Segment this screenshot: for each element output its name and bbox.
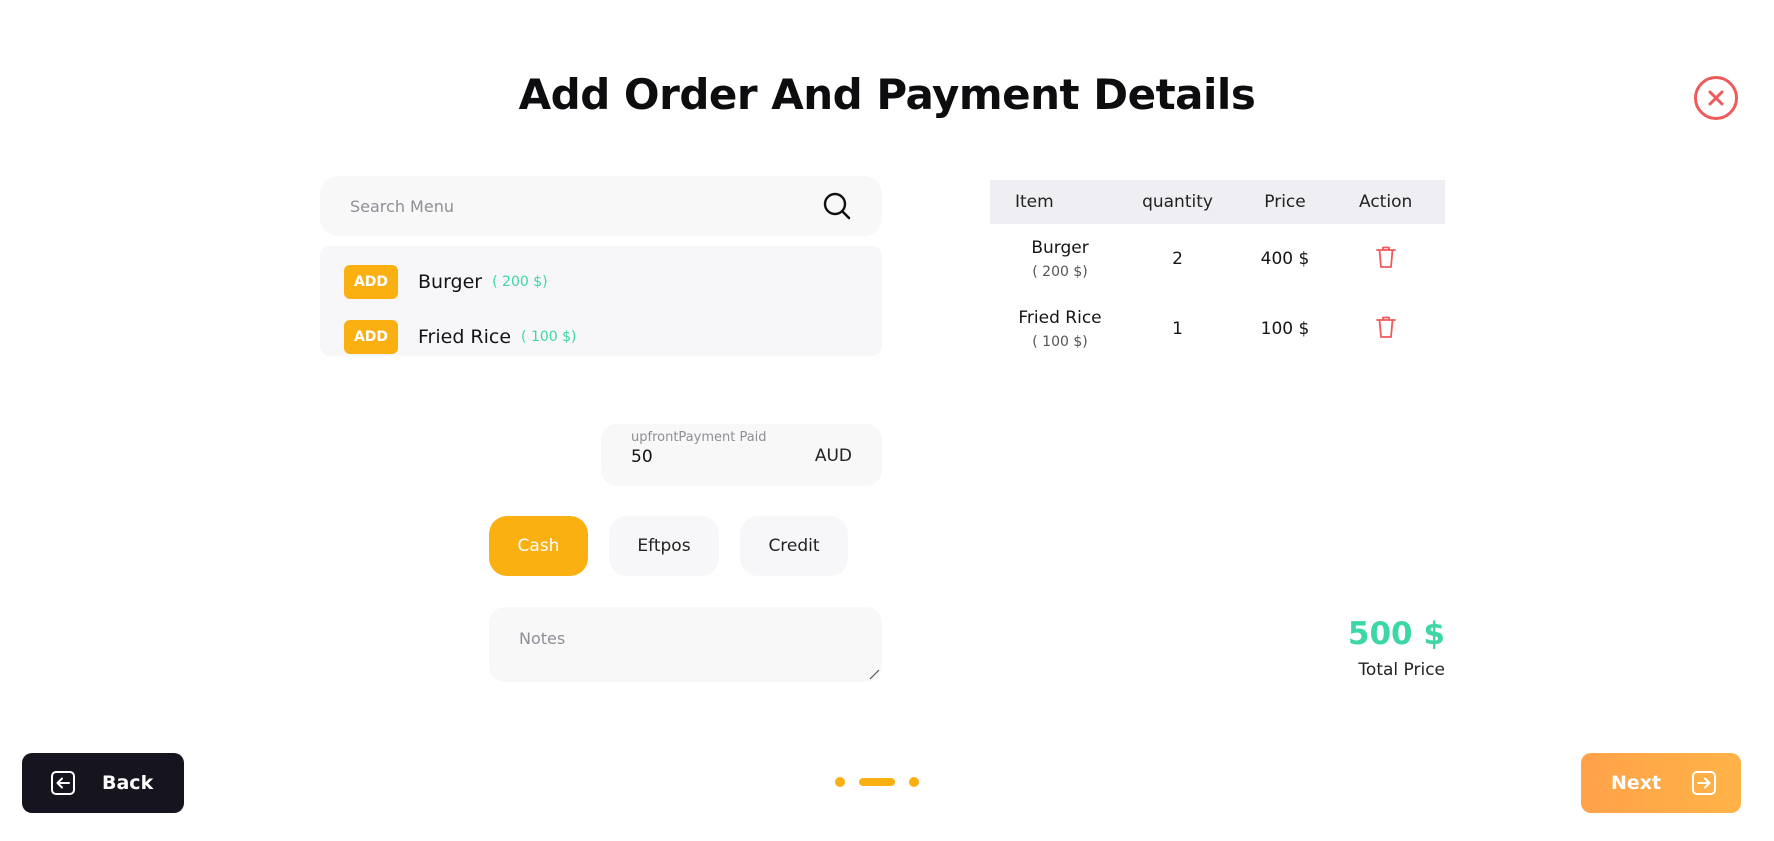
currency-label: AUD	[814, 446, 852, 466]
menu-list: ADD Burger ( 200 $) ADD Fried Rice ( 100…	[320, 246, 882, 356]
table-row: Fried Rice ( 100 $) 1 100 $	[990, 294, 1445, 364]
payment-cash-button[interactable]: Cash	[489, 516, 588, 576]
upfront-payment-input[interactable]	[631, 447, 791, 467]
step-dot	[835, 777, 845, 787]
menu-item-price: ( 200 $)	[492, 273, 548, 290]
payment-credit-button[interactable]: Credit	[740, 516, 848, 576]
step-indicator	[835, 776, 935, 788]
order-item-quantity: 2	[1172, 249, 1183, 269]
step-dot-active	[859, 778, 895, 786]
back-label: Back	[102, 772, 154, 794]
delete-button[interactable]	[1345, 315, 1445, 344]
upfront-payment-label: upfrontPayment Paid	[631, 430, 767, 445]
close-button[interactable]	[1694, 76, 1738, 120]
header-action: Action	[1359, 192, 1413, 212]
trash-icon	[1376, 316, 1396, 338]
next-label: Next	[1611, 772, 1662, 794]
resize-handle-icon[interactable]	[868, 668, 880, 680]
order-item-price: 400 $	[1260, 249, 1310, 269]
header-price: Price	[1264, 192, 1306, 212]
arrow-left-square-icon	[51, 771, 75, 795]
order-item-name: Fried Rice	[1018, 308, 1102, 328]
menu-item-name: Fried Rice	[418, 325, 512, 348]
order-table: Item quantity Price Action Burger ( 200 …	[990, 180, 1445, 364]
payment-eftpos-button[interactable]: Eftpos	[609, 516, 719, 576]
search-input[interactable]	[350, 196, 822, 216]
header-item: Item	[1015, 192, 1054, 212]
search-bar	[320, 176, 882, 236]
next-button[interactable]: Next	[1581, 753, 1741, 813]
trash-icon	[1376, 246, 1396, 268]
order-item-unit-price: ( 100 $)	[1032, 334, 1088, 350]
header-quantity: quantity	[1142, 192, 1213, 212]
table-header: Item quantity Price Action	[990, 180, 1445, 224]
upfront-payment-field: upfrontPayment Paid AUD	[601, 424, 882, 486]
order-item-unit-price: ( 200 $)	[1032, 264, 1088, 280]
table-row: Burger ( 200 $) 2 400 $	[990, 224, 1445, 294]
menu-item-burger: ADD Burger ( 200 $)	[344, 254, 858, 309]
notes-field	[489, 607, 882, 682]
menu-item-fried-rice: ADD Fried Rice ( 100 $)	[344, 309, 858, 364]
back-button[interactable]: Back	[22, 753, 184, 813]
arrow-right-square-icon	[1692, 771, 1717, 795]
step-dot	[909, 777, 919, 787]
delete-button[interactable]	[1345, 245, 1445, 274]
search-icon[interactable]	[822, 191, 852, 221]
page-title: Add Order And Payment Details	[518, 70, 1256, 119]
add-burger-button[interactable]: ADD	[344, 264, 398, 299]
close-icon	[1708, 90, 1724, 106]
order-item-price: 100 $	[1260, 319, 1310, 339]
order-item-cell: Fried Rice ( 100 $)	[990, 308, 1130, 350]
total-price-label: Total Price	[1358, 660, 1445, 680]
menu-item-price: ( 100 $)	[521, 328, 577, 345]
order-item-name: Burger	[1031, 238, 1089, 258]
order-item-quantity: 1	[1172, 319, 1183, 339]
order-item-cell: Burger ( 200 $)	[990, 238, 1130, 280]
notes-textarea[interactable]	[519, 629, 852, 660]
menu-item-name: Burger	[418, 270, 483, 293]
add-fried-rice-button[interactable]: ADD	[344, 319, 398, 354]
total-price-value: 500 $	[1347, 616, 1445, 652]
